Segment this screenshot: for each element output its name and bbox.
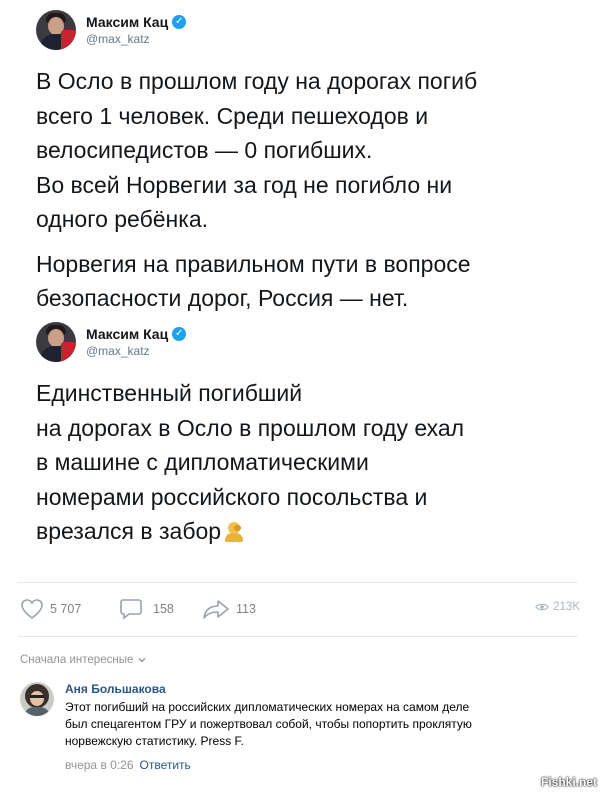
heart-icon [21,599,43,620]
commenter-name[interactable]: Аня Большакова [65,682,575,696]
post-actions: 5 707 158 113 213K [20,598,580,624]
views-count: 213K [553,601,580,613]
eye-icon [535,603,549,611]
comment-icon [120,599,142,620]
comment-button[interactable]: 158 [119,598,174,620]
share-button[interactable]: 113 [202,598,256,620]
tweet-author: Максим Кац ✓ @max_katz [36,322,576,362]
comments-sort-label: Сначала интересные [20,654,134,666]
share-icon [203,600,229,619]
tweet-paragraph: В Осло в прошлом году на дорогах погиб в… [36,68,478,232]
divider [18,582,578,583]
tweet-text: Единственный погибший на дорогах в Осло … [36,376,576,549]
reply-button[interactable]: Ответить [140,758,191,772]
divider [18,636,578,637]
verified-icon: ✓ [172,327,187,341]
author-avatar[interactable] [36,10,76,50]
author-name[interactable]: Максим Кац [86,14,168,30]
like-count: 5 707 [50,602,82,616]
watermark: Fishki.net [540,775,597,789]
views-counter: 213K [535,601,580,613]
tweet-text: В Осло в прошлом году на дорогах погиб в… [36,64,576,316]
comment-count: 158 [153,602,174,616]
author-handle: @max_katz [86,344,150,358]
author-name[interactable]: Максим Кац [86,326,168,342]
comment-text: Этот погибший на российских дипломатичес… [65,700,472,748]
like-button[interactable]: 5 707 [20,598,81,620]
man-facepalming-icon [225,520,244,542]
author-avatar[interactable] [36,322,76,362]
comments-sort-dropdown[interactable]: Сначала интересные [20,654,147,666]
comment-meta: вчера в 0:26 Ответить [65,758,575,772]
share-count: 113 [236,602,256,616]
tweet-paragraph: Единственный погибший на дорогах в Осло … [36,380,465,544]
chevron-down-icon [138,658,146,663]
tweet-card-1: Максим Кац ✓ @max_katz В Осло в прошлом … [36,10,576,316]
author-handle: @max_katz [86,32,150,46]
tweet-author: Максим Кац ✓ @max_katz [36,10,576,50]
commenter-avatar[interactable] [20,682,54,716]
comment-time[interactable]: вчера в 0:26 [65,758,134,772]
tweet-paragraph: Норвегия на правильном пути в вопросе бе… [36,250,471,312]
verified-icon: ✓ [172,15,187,29]
tweet-card-2: Максим Кац ✓ @max_katz Единственный поги… [36,322,576,549]
